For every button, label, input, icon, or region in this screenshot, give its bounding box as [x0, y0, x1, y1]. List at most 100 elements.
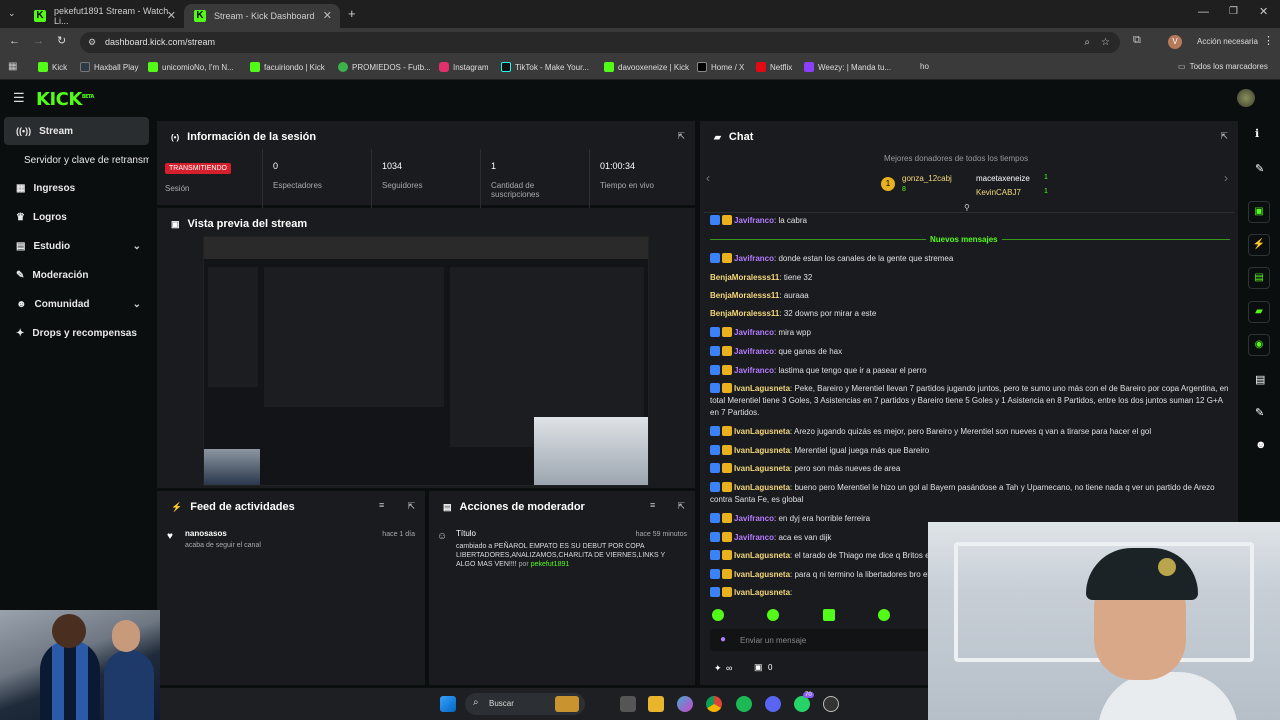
taskbar-search[interactable]: ⌕ Buscar: [465, 693, 585, 715]
chat-username[interactable]: IvanLagusneta: [734, 446, 790, 455]
spotify-icon[interactable]: [736, 696, 752, 712]
bookmark-x[interactable]: Home / X: [697, 62, 744, 72]
sidebar-item-comunidad[interactable]: ☻ Comunidad ⌄: [4, 290, 149, 318]
emote-icon[interactable]: [878, 609, 890, 621]
emote-icon[interactable]: [712, 609, 724, 621]
hamburger-menu-icon[interactable]: ☰: [13, 90, 25, 106]
chat-username[interactable]: BenjaMoralesss11: [710, 309, 779, 318]
sidebar-item-drops[interactable]: ✦ Drops y recompensas: [4, 319, 149, 347]
mod-action-user[interactable]: pekefut1891: [531, 561, 570, 568]
edit-icon[interactable]: ✎: [1255, 162, 1264, 175]
new-tab-icon[interactable]: +: [348, 6, 356, 21]
chat-icon[interactable]: ▰: [1248, 301, 1270, 323]
maximize-icon[interactable]: ❐: [1229, 6, 1238, 17]
tab-list-icon[interactable]: ⌄: [8, 8, 16, 19]
chat-username[interactable]: IvanLagusneta: [734, 483, 790, 492]
bookmark-promiedos[interactable]: PROMIEDOS - Futb...: [338, 62, 431, 72]
file-explorer-icon[interactable]: [648, 696, 664, 712]
layout-icon[interactable]: ▤: [1255, 373, 1265, 386]
donor-name[interactable]: KevinCABJ7: [976, 188, 1021, 197]
extensions-icon[interactable]: ⧉: [1133, 34, 1141, 47]
bookmark-instagram[interactable]: Instagram: [439, 62, 489, 72]
info-icon[interactable]: ℹ: [1255, 127, 1259, 140]
chat-username[interactable]: Javifranco: [734, 533, 774, 542]
chat-username[interactable]: Javifranco: [734, 514, 774, 523]
scene-icon[interactable]: ▣: [1248, 201, 1270, 223]
back-icon[interactable]: ←: [9, 35, 20, 47]
bookmark-star-icon[interactable]: ☆: [1101, 32, 1110, 53]
popout-icon[interactable]: ⇱: [677, 131, 685, 142]
chat-username[interactable]: BenjaMoralesss11: [710, 291, 779, 300]
wrench-icon[interactable]: ✎: [1255, 406, 1264, 419]
broadcast-icon[interactable]: ◉: [1248, 334, 1270, 356]
chat-username[interactable]: Javifranco: [734, 216, 774, 225]
bookmark-facuiriondo[interactable]: facuiriondo | Kick: [250, 62, 325, 72]
mic-icon[interactable]: ●: [720, 634, 726, 645]
site-info-icon[interactable]: ⚙: [88, 32, 96, 53]
rewards-icon[interactable]: ▣: [754, 662, 763, 673]
browser-menu-icon[interactable]: ⋮: [1263, 34, 1274, 47]
popout-icon[interactable]: ⇱: [407, 501, 415, 512]
user-avatar[interactable]: [1237, 89, 1255, 107]
sidebar-item-moderacion[interactable]: ✎ Moderación: [4, 261, 149, 289]
popout-icon[interactable]: ⇱: [1220, 131, 1228, 142]
chat-username[interactable]: IvanLagusneta: [734, 427, 790, 436]
kick-logo[interactable]: KICKBETA: [36, 89, 94, 110]
popout-icon[interactable]: ⇱: [677, 501, 685, 512]
chat-username[interactable]: BenjaMoralesss11: [710, 273, 779, 282]
tab-watch-live[interactable]: K pekefut1891 Stream - Watch Li... ✕: [24, 4, 184, 28]
reload-icon[interactable]: ↻: [57, 34, 66, 47]
tab-dashboard[interactable]: K Stream - Kick Dashboard ✕: [184, 4, 340, 28]
chat-username[interactable]: IvanLagusneta: [734, 570, 790, 579]
chat-username[interactable]: IvanLagusneta: [734, 464, 790, 473]
clipboard-icon[interactable]: ▤: [1248, 267, 1270, 289]
emote-icon[interactable]: [823, 609, 835, 621]
chat-username[interactable]: Javifranco: [734, 328, 774, 337]
feed-user[interactable]: nanosasos: [185, 529, 227, 538]
emote-icon[interactable]: [767, 609, 779, 621]
stream-preview-video[interactable]: [203, 236, 649, 486]
sidebar-item-server-key[interactable]: Servidor y clave de retransmisión: [4, 146, 149, 174]
profile-avatar[interactable]: V: [1168, 35, 1182, 49]
close-window-icon[interactable]: ✕: [1259, 5, 1268, 18]
obs-icon[interactable]: [823, 696, 839, 712]
url-field[interactable]: ⚙ dashboard.kick.com/stream ⌕ ☆: [80, 32, 1120, 53]
whatsapp-icon[interactable]: [794, 696, 810, 712]
donor-name[interactable]: macetaxeneize: [976, 174, 1030, 183]
copilot-icon[interactable]: [677, 696, 693, 712]
chat-username[interactable]: Javifranco: [734, 347, 774, 356]
task-view-icon[interactable]: [620, 696, 636, 712]
bookmark-ho[interactable]: ho: [920, 62, 929, 71]
zoom-icon[interactable]: ⌕: [1084, 32, 1090, 53]
bookmark-tiktok[interactable]: TikTok - Make Your...: [501, 62, 589, 72]
action-needed-button[interactable]: Acción necesaria: [1197, 37, 1258, 46]
minimize-icon[interactable]: —: [1198, 6, 1209, 18]
sidebar-item-logros[interactable]: ♛ Logros: [4, 203, 149, 231]
chat-input[interactable]: ● Enviar un mensaje: [710, 629, 932, 651]
filter-icon[interactable]: ≡: [650, 500, 655, 510]
chat-username[interactable]: Javifranco: [734, 366, 774, 375]
points-icon[interactable]: ✦: [714, 663, 722, 674]
chrome-icon[interactable]: [706, 696, 722, 712]
chat-username[interactable]: IvanLagusneta: [734, 588, 790, 597]
apps-grid-icon[interactable]: ▦: [8, 61, 17, 72]
bookmark-weezy[interactable]: Weezy: | Manda tu...: [804, 62, 891, 72]
discord-icon[interactable]: [765, 696, 781, 712]
chat-username[interactable]: IvanLagusneta: [734, 551, 790, 560]
community-icon[interactable]: ☻: [1255, 439, 1267, 451]
sidebar-item-ingresos[interactable]: ▦ Ingresos: [4, 174, 149, 202]
all-bookmarks-folder[interactable]: ▭ Todos los marcadores: [1178, 62, 1268, 71]
sidebar-item-estudio[interactable]: ▤ Estudio ⌄: [4, 232, 149, 260]
chevron-right-icon[interactable]: ›: [1224, 171, 1228, 185]
chat-username[interactable]: IvanLagusneta: [734, 384, 790, 393]
chevron-left-icon[interactable]: ‹: [706, 171, 710, 185]
windows-start-icon[interactable]: [440, 696, 456, 712]
bookmark-unicornio[interactable]: unicomioNo, I'm N...: [148, 62, 234, 72]
bookmark-netflix[interactable]: Netflix: [756, 62, 792, 72]
bookmark-davooxeneize[interactable]: davooxeneize | Kick: [604, 62, 689, 72]
sidebar-item-stream[interactable]: ((•)) Stream: [4, 117, 149, 145]
filter-icon[interactable]: ≡: [379, 500, 384, 510]
bookmark-haxball[interactable]: Haxball Play: [80, 62, 138, 72]
chat-username[interactable]: Javifranco: [734, 254, 774, 263]
bolt-icon[interactable]: ⚡: [1248, 234, 1270, 256]
